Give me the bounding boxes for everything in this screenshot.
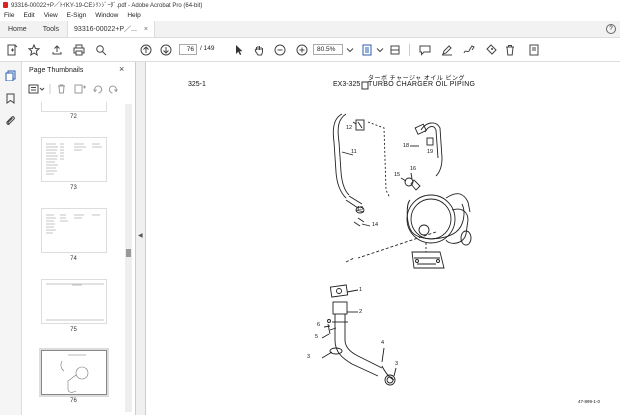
callout-19: 19 bbox=[427, 149, 434, 155]
callout-11: 11 bbox=[351, 149, 357, 155]
callout-12: 12 bbox=[346, 125, 353, 131]
callout-1: 1 bbox=[359, 287, 363, 293]
acrobat-icon bbox=[3, 1, 8, 8]
menu-edit[interactable]: Edit bbox=[23, 12, 34, 19]
thumbnail-page-label: 74 bbox=[70, 256, 77, 262]
thumbnails-toolbar bbox=[26, 82, 130, 96]
thumbnails-scroll-thumb[interactable] bbox=[126, 249, 131, 257]
thumbnail-preview bbox=[46, 214, 100, 234]
next-page-icon[interactable] bbox=[159, 43, 172, 56]
menu-window[interactable]: Window bbox=[95, 12, 118, 19]
thumbnail-page-label: 75 bbox=[70, 327, 77, 333]
thumbnail-options-icon[interactable] bbox=[28, 84, 45, 94]
page-thumbnail[interactable] bbox=[41, 208, 107, 253]
thumbnail-preview bbox=[60, 354, 89, 393]
window-title: 93316-00022+P／ﾄｲKY-19-CEｼﾘﾝｼﾞｰﾀﾞ.pdf - A… bbox=[11, 3, 203, 9]
page-fit-icon[interactable] bbox=[360, 43, 373, 56]
thumbnails-close-icon[interactable]: × bbox=[119, 64, 124, 74]
page-total: / 149 bbox=[200, 45, 215, 52]
rotate-clockwise-icon[interactable] bbox=[108, 85, 118, 94]
menu-esign[interactable]: E-Sign bbox=[67, 12, 87, 19]
print-icon[interactable] bbox=[72, 43, 85, 56]
more-tools-icon[interactable] bbox=[527, 43, 540, 56]
comment-icon[interactable] bbox=[418, 43, 431, 56]
draw-icon[interactable] bbox=[462, 43, 475, 56]
tab-document[interactable]: 93316-00022+P／... × bbox=[67, 21, 155, 37]
hand-tool-icon[interactable] bbox=[252, 43, 265, 56]
page-thumbnail[interactable] bbox=[41, 102, 107, 112]
menu-help[interactable]: Help bbox=[127, 12, 140, 19]
window-title-bar: 93316-00022+P／ﾄｲKY-19-CEｼﾘﾝｼﾞｰﾀﾞ.pdf - A… bbox=[0, 0, 620, 9]
tab-bar: Home Tools 93316-00022+P／... × ? bbox=[0, 21, 620, 38]
zoom-in-icon[interactable] bbox=[295, 43, 308, 56]
zoom-out-icon[interactable] bbox=[273, 43, 286, 56]
collapse-arrow-icon: ◀ bbox=[138, 233, 143, 239]
callout-5: 5 bbox=[315, 334, 319, 340]
highlight-pen-icon[interactable] bbox=[440, 43, 453, 56]
rotate-counterclockwise-icon[interactable] bbox=[93, 85, 103, 94]
page-thumbnails-panel: Page Thumbnails × 72 73 74 75 76 bbox=[22, 62, 136, 415]
callout-6: 6 bbox=[317, 322, 321, 328]
callout-13: 13 bbox=[357, 206, 364, 212]
attachments-paperclip-icon[interactable] bbox=[5, 115, 16, 126]
create-icon[interactable] bbox=[5, 43, 18, 56]
page-thumbnail-selected[interactable] bbox=[41, 350, 107, 395]
tab-tools[interactable]: Tools bbox=[35, 21, 67, 37]
stamp-icon[interactable] bbox=[484, 43, 497, 56]
thumbnail-preview bbox=[46, 283, 104, 321]
help-icon[interactable]: ? bbox=[606, 24, 616, 34]
scroll-mode-icon[interactable] bbox=[388, 43, 401, 56]
page-thumbnail[interactable] bbox=[41, 279, 107, 324]
callout-15: 15 bbox=[394, 172, 401, 178]
toolbar: 76 / 149 80.5% bbox=[0, 38, 620, 62]
tab-close-icon[interactable]: × bbox=[144, 26, 148, 33]
menu-file[interactable]: File bbox=[4, 12, 14, 19]
callout-3-right: 3 bbox=[395, 361, 399, 367]
menu-bar: File Edit View E-Sign Window Help bbox=[0, 10, 620, 21]
zoom-level-dropdown[interactable]: 80.5% bbox=[313, 44, 343, 55]
callout-18: 18 bbox=[403, 143, 410, 149]
page-fit-chevron-icon[interactable] bbox=[373, 43, 386, 56]
page-thumbnail[interactable] bbox=[41, 137, 107, 182]
select-cursor-icon[interactable] bbox=[232, 43, 245, 56]
thumbnail-delete-icon[interactable] bbox=[58, 84, 65, 94]
thumbnails-scrollbar[interactable] bbox=[125, 104, 132, 412]
tab-home[interactable]: Home bbox=[0, 21, 35, 37]
callout-16: 16 bbox=[410, 166, 417, 172]
callout-14: 14 bbox=[372, 222, 379, 228]
upload-icon[interactable] bbox=[50, 43, 63, 56]
toolbar-divider bbox=[409, 44, 410, 56]
thumbnail-page-label: 73 bbox=[70, 185, 77, 191]
turbo-oil-piping-drawing bbox=[321, 81, 472, 386]
callout-2: 2 bbox=[359, 309, 363, 315]
zoom-chevron-down-icon[interactable] bbox=[343, 43, 356, 56]
menu-view[interactable]: View bbox=[44, 12, 58, 19]
page-footer-code: 47-899-1-0 bbox=[578, 399, 601, 404]
thumbnail-preview bbox=[46, 143, 102, 175]
page-number-input[interactable]: 76 bbox=[179, 44, 197, 55]
previous-page-icon[interactable] bbox=[139, 43, 152, 56]
bookmark-star-icon[interactable] bbox=[27, 43, 40, 56]
tab-document-label: 93316-00022+P／... bbox=[74, 26, 137, 33]
thumbnail-insert-icon[interactable] bbox=[74, 84, 86, 94]
document-view[interactable]: 325-1 ターボ チャージャ オイル ピング EX3-325 TURBO CH… bbox=[146, 62, 620, 415]
callout-3-left: 3 bbox=[307, 354, 311, 360]
page-thumbnails-icon[interactable] bbox=[5, 70, 16, 82]
panel-collapse-handle[interactable]: ◀ bbox=[136, 62, 146, 415]
search-icon[interactable] bbox=[94, 43, 107, 56]
left-navigation-rail bbox=[0, 62, 22, 415]
bookmarks-icon[interactable] bbox=[5, 93, 16, 104]
thumbnail-page-label: 72 bbox=[70, 114, 77, 120]
callout-4: 4 bbox=[381, 340, 385, 346]
thumbnail-page-label: 76 bbox=[70, 398, 77, 404]
delete-icon[interactable] bbox=[503, 43, 516, 56]
thumbnails-panel-title: Page Thumbnails bbox=[29, 67, 84, 74]
